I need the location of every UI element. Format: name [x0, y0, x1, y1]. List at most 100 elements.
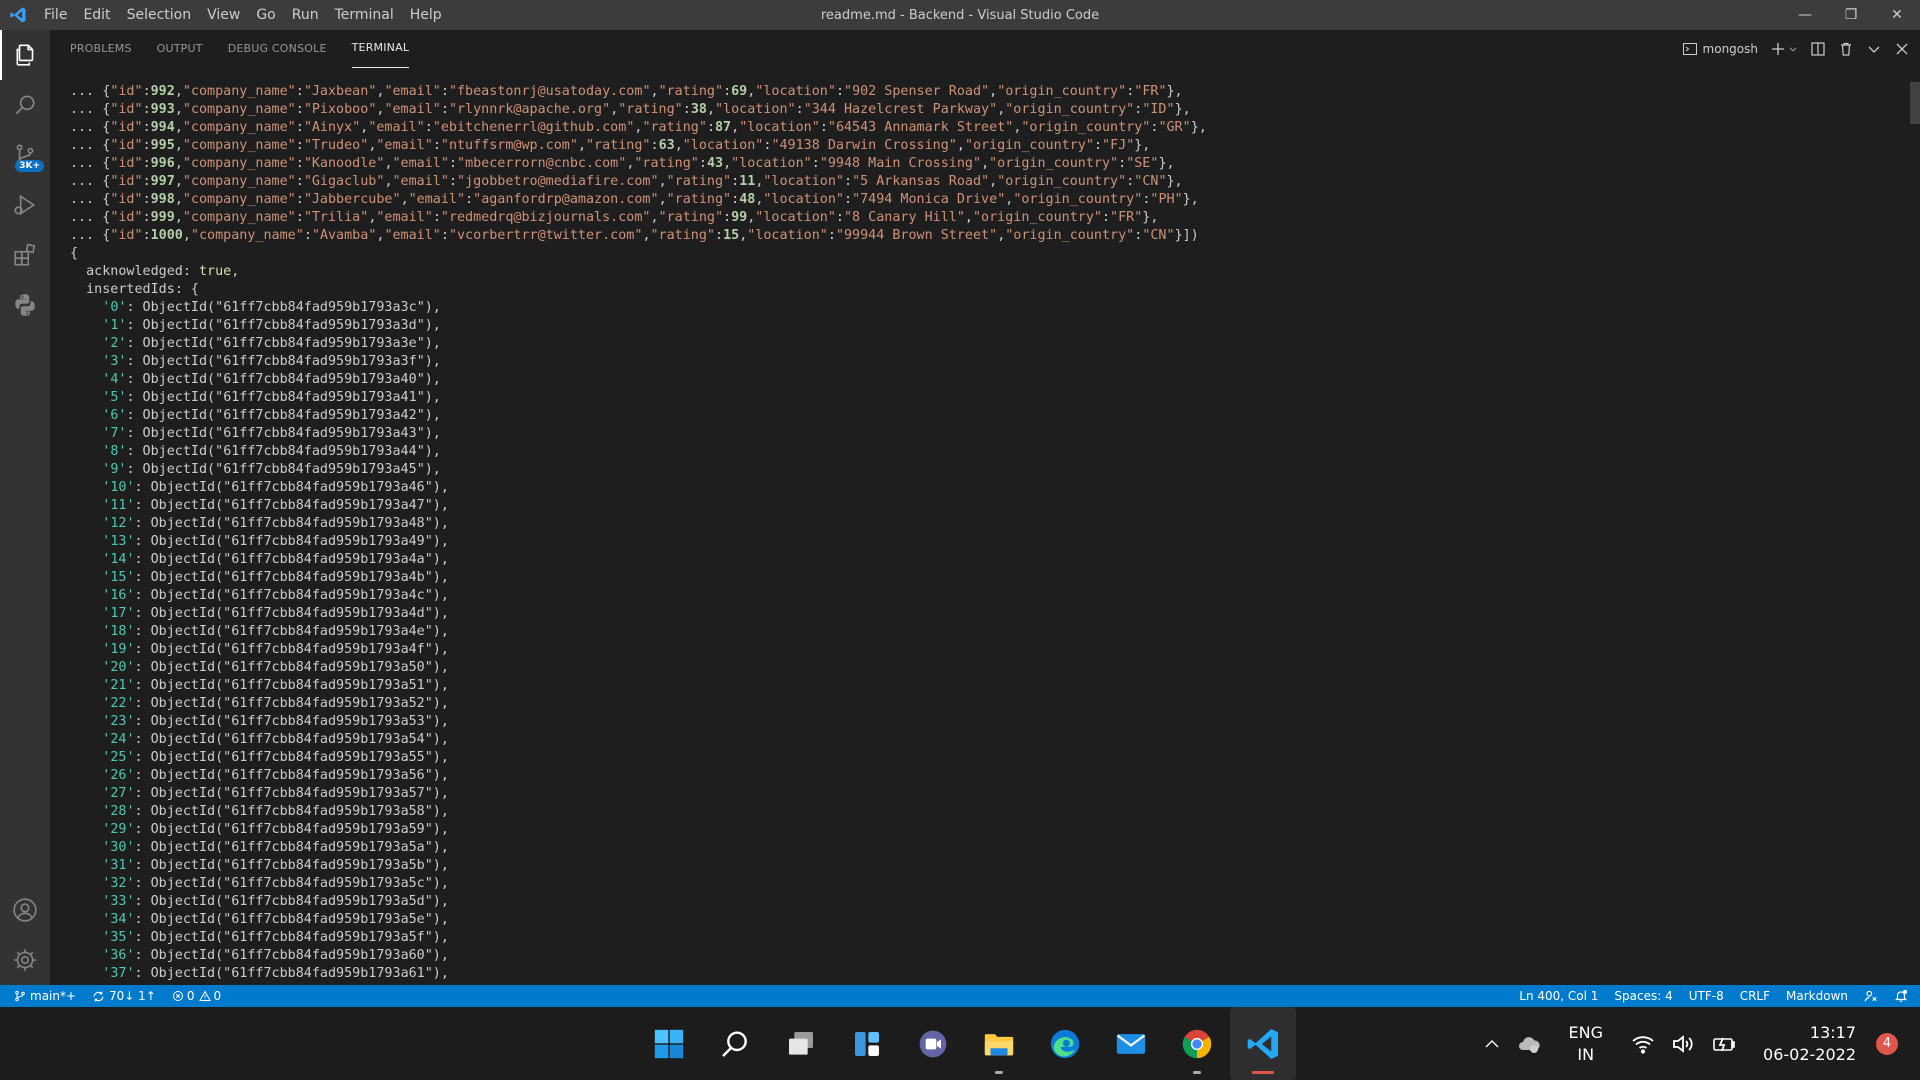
end-of-line[interactable]: CRLF: [1732, 985, 1778, 1007]
feedback-icon[interactable]: [1856, 985, 1886, 1007]
notification-center-button[interactable]: 4: [1876, 1032, 1898, 1055]
tab-terminal[interactable]: TERMINAL: [351, 30, 410, 68]
terminal-instance[interactable]: mongosh: [1682, 41, 1758, 57]
menu-help[interactable]: Help: [402, 0, 450, 30]
object-id-prefix: 61ff7cbb84fad959b1793: [223, 372, 393, 387]
terminal-output[interactable]: ... {"id":992,"company_name":"Jaxbean","…: [70, 83, 1900, 983]
battery-icon[interactable]: [1711, 1032, 1737, 1056]
notifications-bell-icon[interactable]: [1886, 985, 1920, 1007]
object-id-prefix: 61ff7cbb84fad959b1793: [223, 354, 393, 369]
cursor-position[interactable]: Ln 400, Col 1: [1511, 985, 1606, 1007]
widgets-button[interactable]: [834, 1007, 900, 1080]
field-email: vcorbertrr@twitter.com: [457, 228, 635, 243]
terminal-line: '21': ObjectId("61ff7cbb84fad959b1793a51…: [102, 678, 449, 693]
onedrive-icon[interactable]: [1517, 1032, 1541, 1056]
file-explorer-button[interactable]: [966, 1007, 1032, 1080]
object-id-suffix: a3c: [392, 300, 417, 315]
settings-gear-icon[interactable]: [0, 935, 50, 985]
menu-run[interactable]: Run: [284, 0, 327, 30]
menu-terminal[interactable]: Terminal: [327, 0, 402, 30]
terminal-line: ... {"id":996,"company_name":"Kanoodle",…: [70, 156, 1175, 171]
field-origin_country: CN: [1142, 174, 1159, 189]
activity-bar: 3K+: [0, 30, 50, 985]
terminal-line: '28': ObjectId("61ff7cbb84fad959b1793a58…: [102, 804, 449, 819]
run-debug-icon[interactable]: [0, 180, 50, 230]
panel-tabs: PROBLEMS OUTPUT DEBUG CONSOLE TERMINAL: [50, 30, 1920, 68]
terminal-line: '9': ObjectId("61ff7cbb84fad959b1793a45"…: [102, 462, 441, 477]
terminal-line: '14': ObjectId("61ff7cbb84fad959b1793a4a…: [102, 552, 449, 567]
field-company_name: Trilia: [311, 210, 361, 225]
terminal-line: '12': ObjectId("61ff7cbb84fad959b1793a48…: [102, 516, 449, 531]
inserted-id-index: 29: [110, 822, 127, 837]
problems-status[interactable]: 0 0: [164, 985, 229, 1007]
menu-file[interactable]: File: [36, 0, 75, 30]
vscode-taskbar-button[interactable]: [1230, 1007, 1296, 1080]
field-origin_country: FR: [1142, 84, 1159, 99]
notification-count-badge: 4: [1876, 1032, 1898, 1055]
object-id-prefix: 61ff7cbb84fad959b1793: [231, 804, 401, 819]
terminal-line: '29': ObjectId("61ff7cbb84fad959b1793a59…: [102, 822, 449, 837]
close-panel-button[interactable]: [1894, 41, 1910, 57]
inserted-id-index: 17: [110, 606, 127, 621]
menu-go[interactable]: Go: [248, 0, 283, 30]
inserted-id-index: 32: [110, 876, 127, 891]
tab-problems[interactable]: PROBLEMS: [70, 30, 132, 68]
indentation[interactable]: Spaces: 4: [1606, 985, 1680, 1007]
object-id-prefix: 61ff7cbb84fad959b1793: [223, 336, 393, 351]
volume-icon[interactable]: [1671, 1032, 1695, 1056]
continuation-prompt: ...: [70, 192, 103, 207]
python-icon[interactable]: [0, 280, 50, 330]
kill-terminal-button[interactable]: [1838, 41, 1854, 57]
maximize-panel-button[interactable]: [1866, 41, 1882, 57]
task-view-button[interactable]: [768, 1007, 834, 1080]
inserted-id-index: 23: [110, 714, 127, 729]
inserted-id-index: 10: [110, 480, 127, 495]
object-id-prefix: 61ff7cbb84fad959b1793: [231, 480, 401, 495]
clock[interactable]: 13:17 06-02-2022: [1763, 1022, 1856, 1066]
restore-button[interactable]: ❐: [1828, 0, 1874, 30]
source-control-icon[interactable]: 3K+: [0, 130, 50, 180]
start-button[interactable]: [636, 1007, 702, 1080]
terminal-line: '15': ObjectId("61ff7cbb84fad959b1793a4b…: [102, 570, 449, 585]
chrome-browser-button[interactable]: [1164, 1007, 1230, 1080]
encoding[interactable]: UTF-8: [1681, 985, 1732, 1007]
input-language[interactable]: ENG IN: [1569, 1022, 1603, 1066]
field-origin_country: FR: [1118, 210, 1135, 225]
terminal-line: '5': ObjectId("61ff7cbb84fad959b1793a41"…: [102, 390, 441, 405]
show-hidden-icons-button[interactable]: [1483, 1035, 1501, 1053]
mail-button[interactable]: [1098, 1007, 1164, 1080]
edge-browser-button[interactable]: [1032, 1007, 1098, 1080]
language-mode[interactable]: Markdown: [1778, 985, 1856, 1007]
new-terminal-button[interactable]: [1770, 41, 1798, 57]
accounts-icon[interactable]: [0, 885, 50, 935]
menu-selection[interactable]: Selection: [119, 0, 200, 30]
inserted-id-index: 31: [110, 858, 127, 873]
sync-count: 70↓ 1↑: [109, 989, 156, 1003]
minimize-button[interactable]: —: [1782, 0, 1828, 30]
menu-view[interactable]: View: [199, 0, 248, 30]
vscode-icon: [1247, 1028, 1278, 1059]
wifi-icon[interactable]: [1631, 1032, 1655, 1056]
sync-status[interactable]: 70↓ 1↑: [84, 985, 164, 1007]
field-id: 999: [150, 210, 175, 225]
object-id-prefix: 61ff7cbb84fad959b1793: [231, 948, 401, 963]
object-id-suffix: a58: [400, 804, 425, 819]
teams-chat-button[interactable]: [900, 1007, 966, 1080]
object-id-prefix: 61ff7cbb84fad959b1793: [231, 732, 401, 747]
terminal-icon: [1682, 43, 1697, 55]
taskbar-search-button[interactable]: [702, 1007, 768, 1080]
tab-output[interactable]: OUTPUT: [157, 30, 203, 68]
search-icon[interactable]: [0, 80, 50, 130]
terminal-scrollbar[interactable]: [1910, 82, 1920, 124]
explorer-icon[interactable]: [0, 30, 50, 80]
split-terminal-button[interactable]: [1810, 41, 1826, 57]
close-button[interactable]: ✕: [1874, 0, 1920, 30]
tab-debug-console[interactable]: DEBUG CONSOLE: [228, 30, 327, 68]
branch-status[interactable]: main*+: [0, 985, 84, 1007]
object-id-suffix: a5e: [400, 912, 425, 927]
extensions-icon[interactable]: [0, 230, 50, 280]
inserted-id-index: 20: [110, 660, 127, 675]
menu-edit[interactable]: Edit: [75, 0, 118, 30]
menu-bar: File Edit Selection View Go Run Terminal Help: [36, 0, 450, 30]
field-email: aganfordrp@amazon.com: [481, 192, 651, 207]
